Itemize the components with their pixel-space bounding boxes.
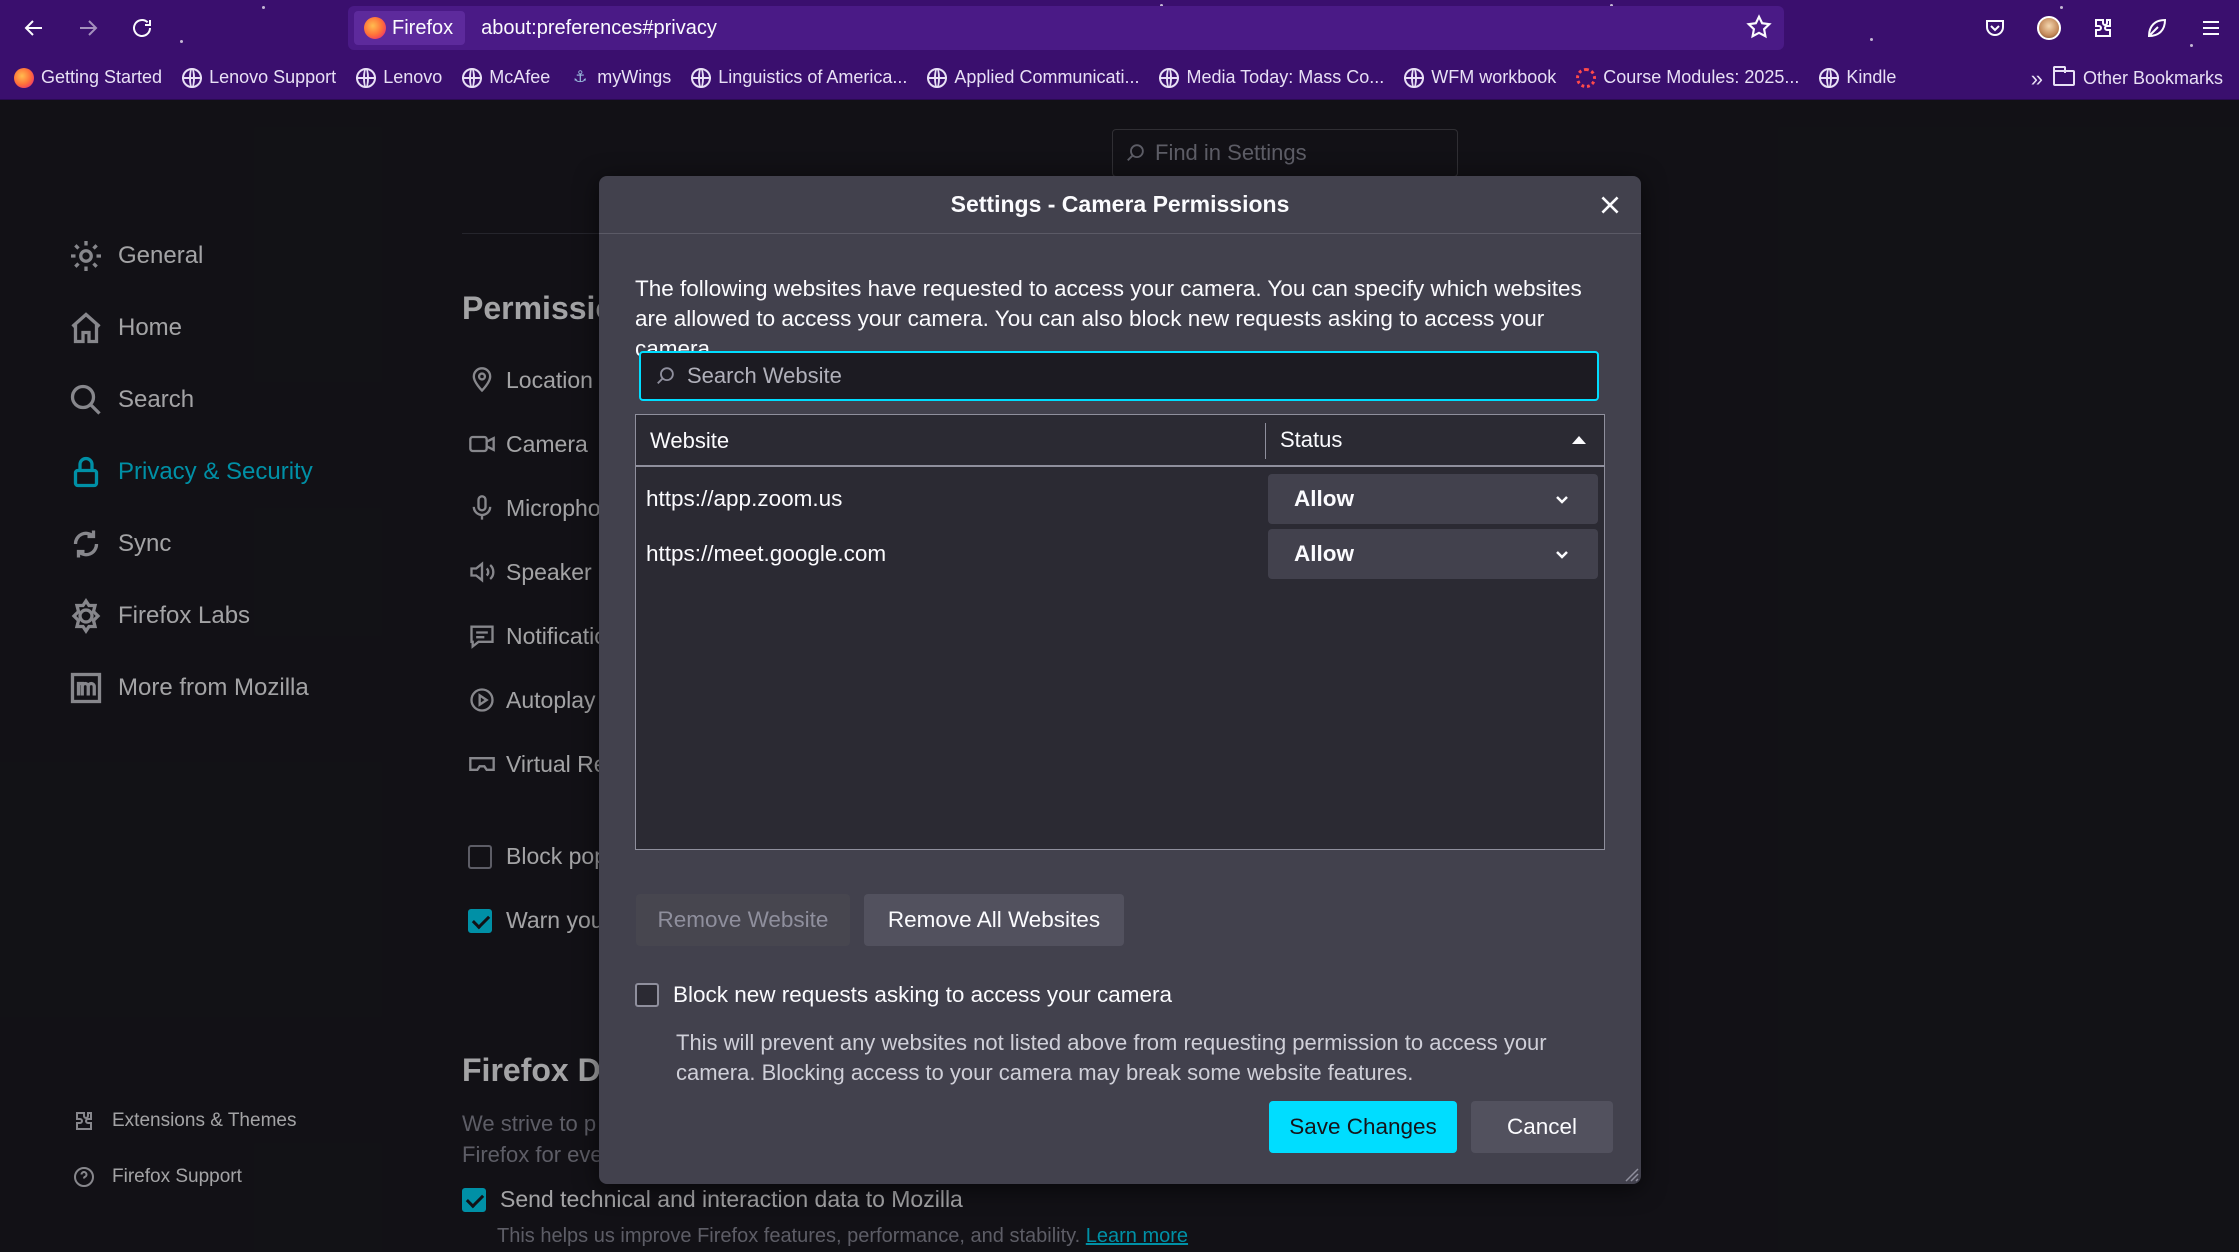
status-select[interactable]: Allow [1268,473,1598,524]
table-row[interactable]: https://meet.google.com Allow [636,526,1604,581]
bookmarks-toolbar: Getting Started Lenovo Support Lenovo Mc… [0,56,2239,100]
resize-grip-icon[interactable] [1621,1164,1639,1182]
url-text[interactable]: about:preferences#privacy [481,17,717,40]
bookmark-item[interactable]: McAfee [462,67,550,88]
firefox-icon [14,67,34,88]
star-icon [1746,14,1772,39]
block-new-requests-checkbox[interactable] [635,983,659,1007]
globe-icon [1404,67,1425,88]
pocket-icon [1986,20,2004,36]
bookmark-label: Media Today: Mass Co... [1186,67,1385,87]
wings-icon: ⚓ [573,68,588,86]
bookmark-label: Linguistics of America... [718,67,908,87]
account-button[interactable] [2031,10,2067,46]
permissions-table: Website Status https://app.zoom.us Allow… [635,414,1605,850]
other-bookmarks-label: Other Bookmarks [2082,67,2223,88]
bookmark-item[interactable]: Media Today: Mass Co... [1159,67,1384,88]
chevron-down-icon [1556,495,1568,504]
table-header: Website Status [636,415,1604,467]
camera-permissions-dialog: Settings - Camera Permissions The follow… [599,176,1641,1184]
other-bookmarks-folder[interactable]: Other Bookmarks [2052,56,2223,100]
reload-icon [133,19,151,37]
remove-website-button[interactable]: Remove Website [636,894,850,946]
globe-icon [356,67,377,88]
status-select[interactable]: Allow [1268,528,1598,579]
search-website-input[interactable] [687,354,1597,398]
status-header-label: Status [1280,427,1343,452]
leaf-icon [2147,18,2167,38]
status-value: Allow [1294,540,1354,566]
search-icon [657,367,674,384]
bookmark-star-button[interactable] [1746,14,1772,45]
bookmark-label: WFM workbook [1431,67,1557,87]
bookmark-label: Course Modules: 2025... [1603,67,1800,87]
globe-icon [927,67,948,88]
bookmark-item[interactable]: ⚓ myWings [570,67,671,88]
dialog-title: Settings - Camera Permissions [950,191,1290,217]
pocket-button[interactable] [1977,10,2013,46]
folder-icon [2052,66,2075,86]
account-avatar-icon [2037,16,2061,40]
bookmark-item[interactable]: Getting Started [14,67,162,88]
bookmark-item[interactable]: Kindle [1819,67,1896,88]
column-header-website[interactable]: Website [636,423,1266,459]
forward-button[interactable] [70,10,106,46]
close-icon [1601,196,1619,214]
back-arrow-icon [24,20,42,36]
website-cell: https://meet.google.com [646,540,887,566]
globe-icon [1819,67,1840,88]
chevron-down-icon [1556,550,1568,559]
course-icon [1576,67,1597,88]
firefox-icon [364,17,386,39]
column-header-status[interactable]: Status [1266,415,1604,465]
globe-icon [182,67,203,88]
block-new-requests-label: Block new requests asking to access your… [673,982,1172,1007]
close-button[interactable] [1597,192,1623,218]
hamburger-menu-icon [2203,21,2219,35]
back-button[interactable] [16,10,52,46]
table-row[interactable]: https://app.zoom.us Allow [636,471,1604,526]
forward-arrow-icon [80,20,98,36]
bookmark-item[interactable]: WFM workbook [1404,67,1556,88]
browser-toolbar: Firefox about:preferences#privacy [0,0,2239,56]
puzzle-icon [2095,19,2111,37]
extension-app-button[interactable] [2139,10,2175,46]
bookmark-item[interactable]: Applied Communicati... [927,67,1139,88]
bookmarks-overflow-chevron-icon[interactable]: » [2031,66,2043,92]
bookmark-item[interactable]: Lenovo [356,67,442,88]
bookmark-label: Getting Started [41,67,163,87]
bookmark-label: Kindle [1846,67,1897,87]
globe-icon [462,67,483,88]
toolbar-right-icons [1977,10,2229,46]
bookmark-label: McAfee [489,67,551,87]
bookmark-label: Lenovo [383,67,443,87]
dialog-header: Settings - Camera Permissions [599,176,1641,234]
menu-button[interactable] [2193,10,2229,46]
extensions-button[interactable] [2085,10,2121,46]
identity-box[interactable]: Firefox [354,11,466,45]
bookmark-item[interactable]: Lenovo Support [182,67,336,88]
url-bar[interactable]: Firefox about:preferences#privacy [348,6,1784,50]
remove-all-websites-button[interactable]: Remove All Websites [864,894,1124,946]
bookmark-item[interactable]: Linguistics of America... [691,67,907,88]
block-new-requests-row[interactable]: Block new requests asking to access your… [635,982,1172,1008]
identity-label: Firefox [392,16,454,39]
search-website-field[interactable] [639,351,1599,401]
website-cell: https://app.zoom.us [646,485,843,511]
bookmark-label: myWings [597,67,672,87]
cancel-button[interactable]: Cancel [1471,1101,1613,1153]
status-value: Allow [1294,485,1354,511]
sort-ascending-icon [1572,436,1586,444]
bookmark-label: Lenovo Support [209,67,337,87]
block-new-requests-description: This will prevent any websites not liste… [676,1030,1547,1085]
save-changes-button[interactable]: Save Changes [1269,1101,1457,1153]
bookmark-label: Applied Communicati... [954,67,1140,87]
reload-button[interactable] [124,10,160,46]
globe-icon [1159,67,1180,88]
bookmark-item[interactable]: Course Modules: 2025... [1576,67,1799,88]
globe-icon [691,67,712,88]
